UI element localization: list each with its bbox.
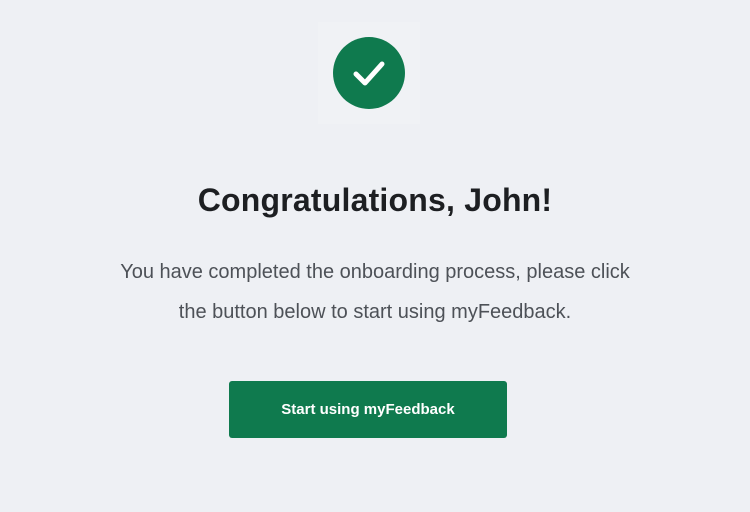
message-line-2: the button below to start using myFeedba… — [178, 301, 572, 323]
completion-message: You have completed the onboarding proces… — [40, 252, 710, 332]
message-line-1: You have completed the onboarding proces… — [120, 261, 630, 283]
success-circle — [333, 37, 405, 109]
start-using-button[interactable]: Start using myFeedback — [229, 381, 507, 438]
page-title: Congratulations, John! — [197, 182, 553, 218]
success-icon-container — [318, 22, 420, 124]
checkmark-icon — [353, 61, 385, 86]
